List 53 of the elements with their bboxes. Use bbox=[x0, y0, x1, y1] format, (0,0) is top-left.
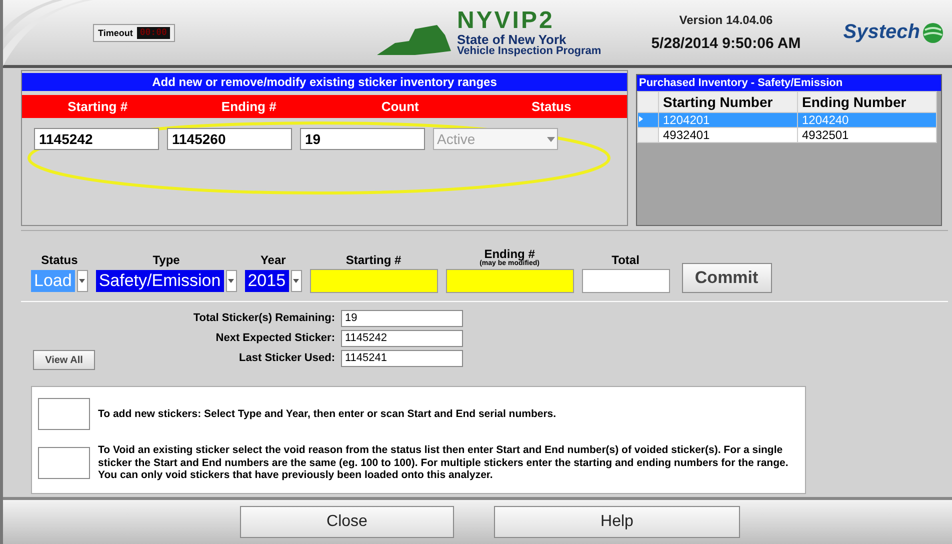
dropdown-arrow-icon bbox=[293, 279, 300, 283]
count-field[interactable]: 19 bbox=[300, 128, 425, 150]
input-field[interactable] bbox=[446, 269, 574, 293]
logo-subtitle: Vehicle Inspection Program bbox=[456, 46, 602, 56]
table-cell: 1204240 bbox=[798, 112, 936, 128]
field-label: Year bbox=[260, 253, 286, 267]
table-cell: 1204201 bbox=[658, 112, 798, 128]
logo-subtitle: State of New York bbox=[456, 32, 566, 46]
section-title: Add new or remove/modify existing sticker inventory ranges bbox=[22, 73, 627, 91]
column-header: Ending # bbox=[220, 99, 278, 114]
blank-box bbox=[38, 447, 90, 480]
globe-icon bbox=[922, 22, 944, 44]
column-header: Status bbox=[530, 99, 572, 114]
datetime-label: 5/28/2014 9:50:06 AM bbox=[651, 35, 801, 52]
ending-field[interactable]: 1145260 bbox=[167, 128, 292, 150]
summary-field: 1145241 bbox=[341, 350, 463, 366]
summary-label: Next Expected Sticker: bbox=[214, 332, 335, 344]
summary-field: 1145242 bbox=[341, 330, 463, 346]
column-header: Starting # bbox=[66, 99, 129, 114]
blank-box bbox=[38, 398, 90, 430]
summary-label: Last Sticker Used: bbox=[238, 352, 335, 364]
commit-button[interactable]: Commit bbox=[682, 263, 772, 293]
view-all-button[interactable]: View All bbox=[33, 350, 95, 370]
row-pointer-icon bbox=[638, 115, 644, 123]
summary-label: Total Sticker(s) Remaining: bbox=[192, 312, 335, 324]
summary-field: 19 bbox=[341, 310, 463, 326]
logo-title: NYVIP2 bbox=[456, 8, 556, 32]
field-label: Starting # bbox=[346, 253, 402, 267]
footer-button[interactable]: Close bbox=[240, 506, 454, 538]
field-label: Status bbox=[41, 253, 78, 267]
table-cell: 4932501 bbox=[798, 128, 936, 142]
column-header: Ending Number bbox=[798, 92, 936, 112]
column-header: Count bbox=[380, 99, 420, 114]
starting-field[interactable]: 1145242 bbox=[34, 128, 159, 150]
instruction-text: To Void an existing sticker select the void reason from the status list then enter Start and End number(s) of voided sticker(s). For a single sticker the Start and End numbers are the same (eg. 100 to 100). For multiple stickers enter the starting and ending numbers for the range. You can only void stickers that have previously been loaded onto this analyzer. bbox=[98, 444, 790, 482]
version-label: Version 14.04.06 bbox=[679, 13, 773, 27]
input-field[interactable] bbox=[310, 269, 438, 293]
table-row[interactable]: 4932401 4932501 bbox=[638, 128, 936, 142]
field-label: Ending # bbox=[484, 247, 535, 261]
timeout-label: Timeout bbox=[98, 28, 133, 38]
field-label: Type bbox=[152, 253, 180, 267]
column-header: Starting Number bbox=[658, 92, 798, 112]
instruction-text: To add new stickers: Select Type and Year, then enter or scan Start and End serial numbers. bbox=[98, 408, 556, 420]
dropdown-arrow-icon bbox=[79, 279, 86, 283]
table-cell: 4932401 bbox=[658, 128, 798, 142]
dropdown-arrow-icon bbox=[228, 279, 234, 283]
dropdown-arrow-icon bbox=[547, 136, 557, 142]
panel-title: Purchased Inventory - Safety/Emission bbox=[637, 75, 941, 91]
footer-button[interactable]: Help bbox=[494, 506, 740, 538]
timeout-display: 00:00 bbox=[136, 26, 170, 38]
field-label: Total bbox=[612, 253, 640, 267]
input-field[interactable] bbox=[582, 269, 670, 293]
brand-name: Systech bbox=[843, 21, 920, 44]
